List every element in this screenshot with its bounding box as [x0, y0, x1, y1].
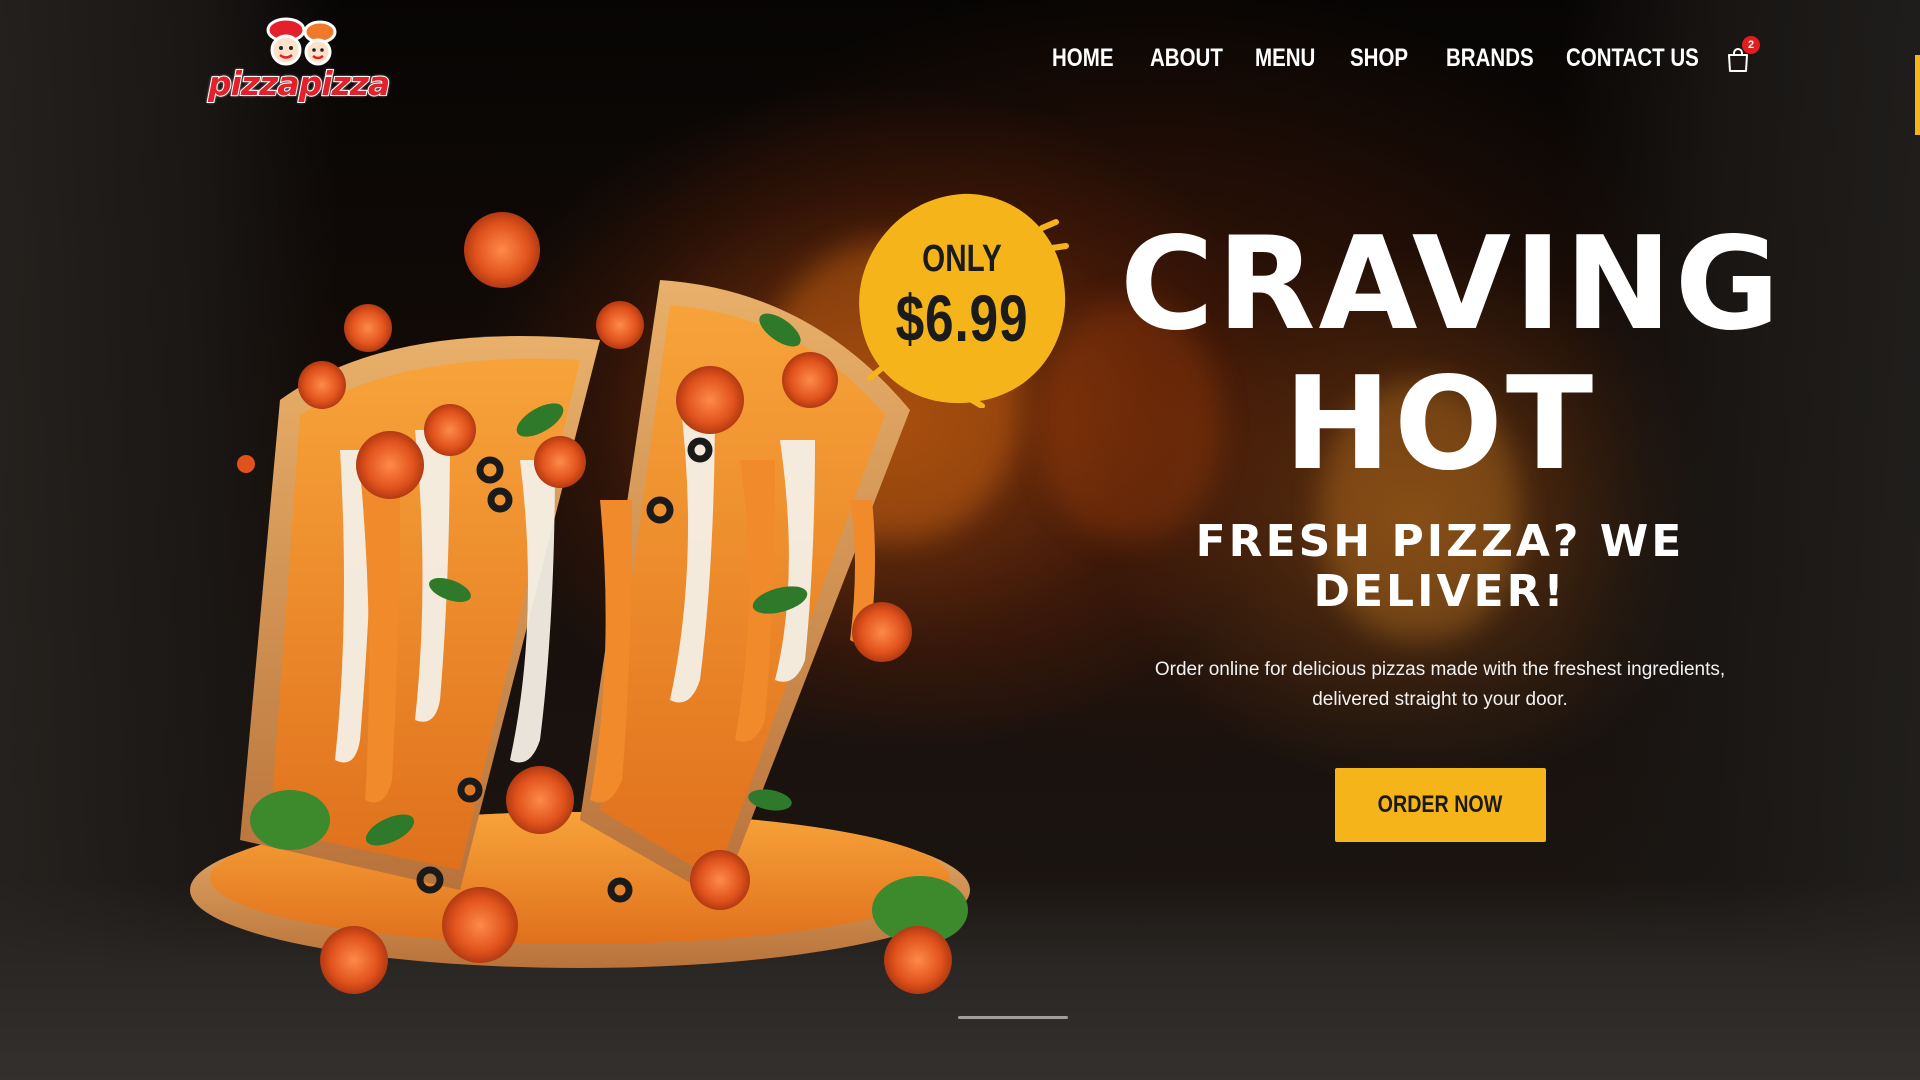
- nav-shop[interactable]: SHOP: [1350, 44, 1408, 73]
- price-badge: ONLY $6.99: [852, 188, 1072, 408]
- hero-description-line1: Order online for delicious pizzas made w…: [1154, 659, 1726, 680]
- cart-button[interactable]: 2: [1724, 36, 1764, 76]
- cart-count-badge: 2: [1742, 36, 1760, 54]
- nav-about[interactable]: ABOUT: [1150, 44, 1223, 73]
- nav-home[interactable]: HOME: [1052, 44, 1114, 73]
- nav-brands[interactable]: BRANDS: [1446, 44, 1534, 73]
- hero-title: CRAVING HOT: [1120, 215, 1780, 495]
- scroll-accent-bar: [1915, 55, 1920, 135]
- site-logo[interactable]: pizzapizza: [207, 14, 396, 110]
- hero-subtitle-line2: DELIVER!: [1313, 566, 1567, 617]
- order-now-button[interactable]: ORDER NOW: [1334, 768, 1546, 842]
- hero-description-line2: delivered straight to your door.: [1312, 689, 1568, 710]
- hero-content: CRAVING HOT FRESH PIZZA? WE DELIVER! Ord…: [1120, 215, 1780, 842]
- hero-title-line2: HOT: [1283, 350, 1597, 499]
- price-value: $6.99: [895, 281, 1029, 355]
- slider-indicator[interactable]: [958, 1016, 1068, 1019]
- logo-wordmark: pizzapizza: [207, 63, 391, 104]
- hero-subtitle-line1: FRESH PIZZA? WE: [1195, 516, 1685, 567]
- hero-subtitle: FRESH PIZZA? WE DELIVER!: [1120, 517, 1760, 617]
- nav-menu[interactable]: MENU: [1255, 44, 1315, 73]
- nav-contact-us[interactable]: CONTACT US: [1566, 44, 1699, 73]
- hero-title-line1: CRAVING: [1120, 210, 1783, 359]
- price-only-label: ONLY: [922, 238, 1002, 280]
- order-now-label: ORDER NOW: [1377, 791, 1503, 818]
- hero-description: Order online for delicious pizzas made w…: [1130, 655, 1750, 715]
